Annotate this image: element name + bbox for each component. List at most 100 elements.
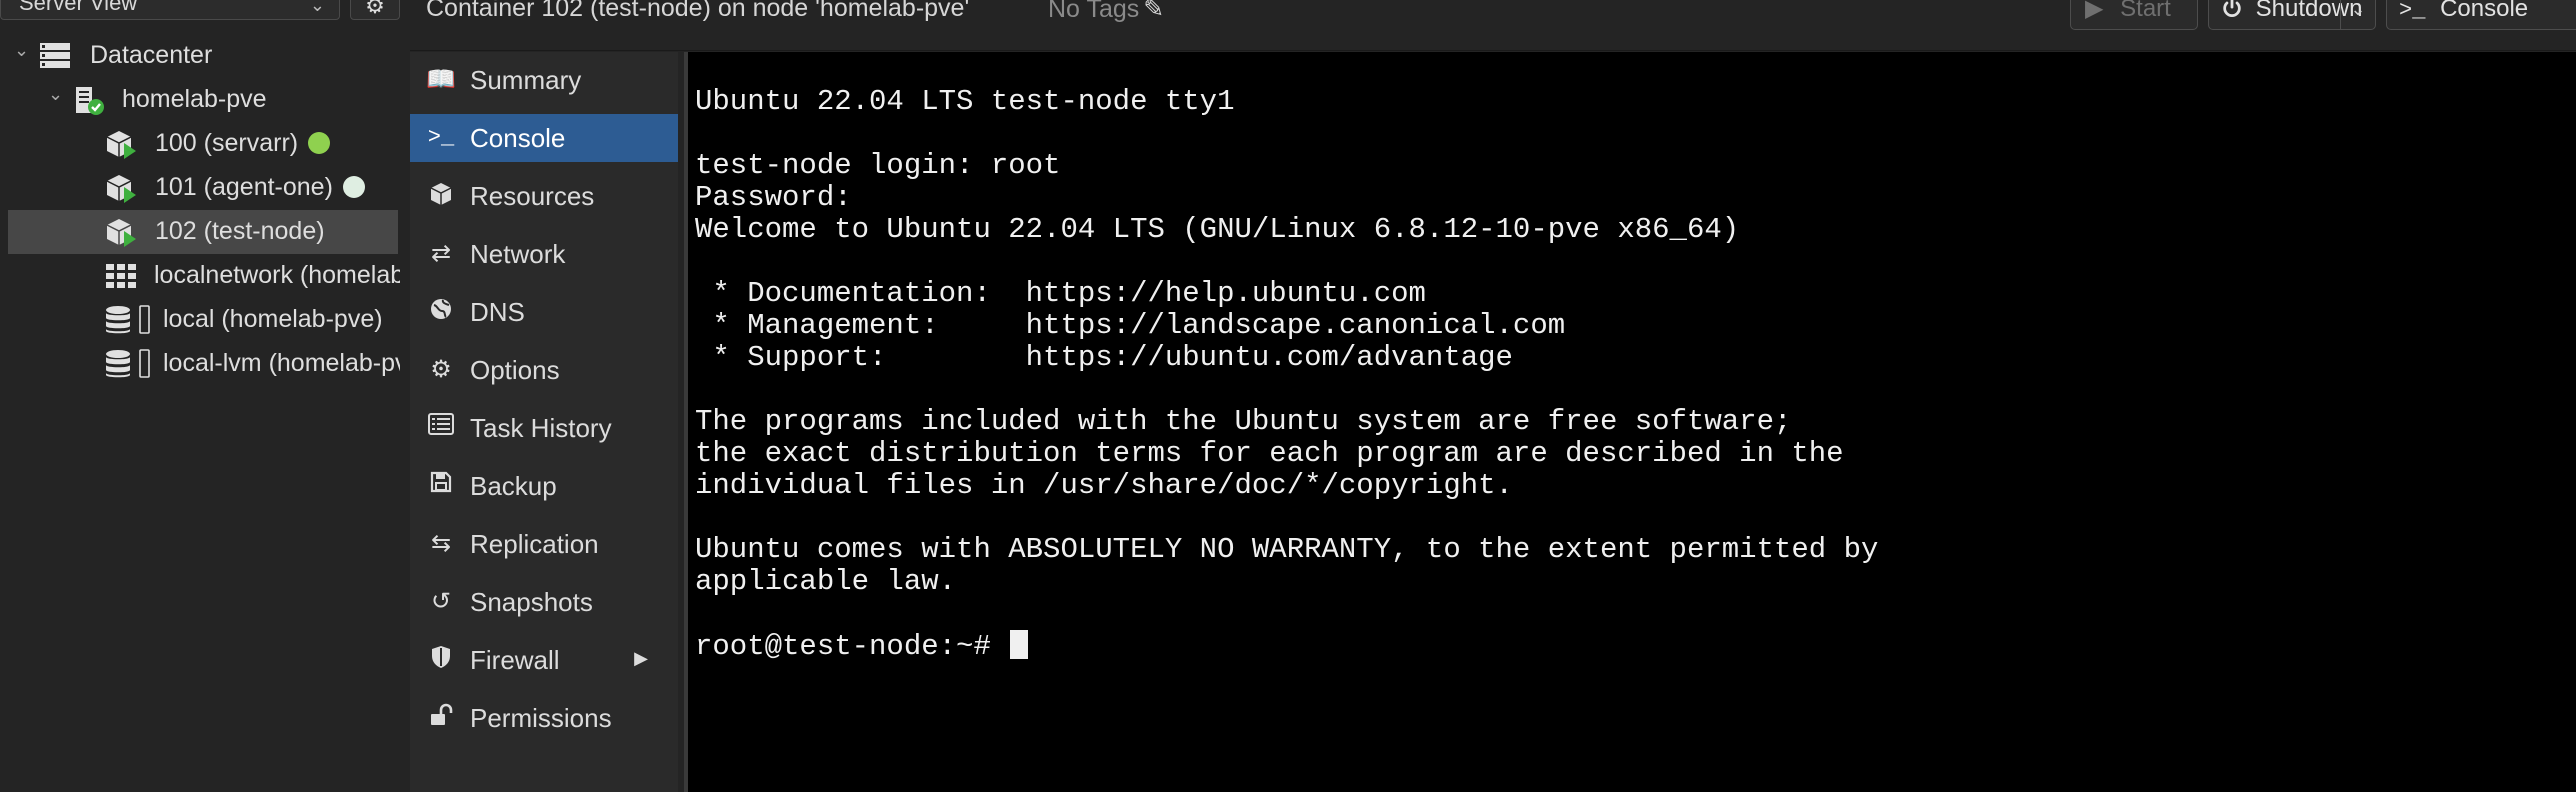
chevron-down-icon[interactable]: ⌄: [14, 40, 29, 61]
nav-item-snapshots[interactable]: ↺ Snapshots: [410, 578, 678, 626]
shutdown-menu-chevron-icon[interactable]: ⌄: [2340, 0, 2375, 29]
container-running-icon: [106, 175, 136, 203]
caret-right-icon[interactable]: ▶: [634, 648, 648, 669]
view-selector-label: Server View: [19, 0, 138, 15]
gear-icon: ⚙: [430, 356, 452, 383]
retweet-icon: ⇆: [430, 530, 452, 557]
nav-item-label: Permissions: [470, 703, 612, 733]
cube-icon: [426, 181, 456, 211]
pencil-icon[interactable]: ✎: [1143, 0, 1164, 23]
tree-settings-button[interactable]: ⚙: [350, 0, 400, 20]
gear-icon: ⚙: [365, 0, 385, 18]
nav-item-label: Snapshots: [470, 587, 593, 617]
tree-node-storage-local-lvm[interactable]: local-lvm (homelab-pve): [0, 342, 400, 386]
terminal-line: Welcome to Ubuntu 22.04 LTS (GNU/Linux 6…: [695, 213, 1740, 246]
nav-item-label: Firewall: [470, 645, 560, 675]
nav-item-replication[interactable]: ⇆ Replication: [410, 520, 678, 568]
tree-node-localnetwork[interactable]: localnetwork (homelab-pve): [0, 254, 400, 298]
unlock-icon: [426, 703, 456, 733]
globe-icon: [426, 297, 456, 327]
terminal-line: * Management: https://landscape.canonica…: [695, 309, 1566, 342]
tree-label: homelab-pve: [122, 85, 267, 113]
nav-item-label: Backup: [470, 471, 557, 501]
floppy-icon: [426, 471, 456, 501]
container-nav-menu: 📖 Summary >_ Console Resources ⇄ Network…: [410, 52, 678, 792]
node-server-icon: [76, 87, 104, 115]
resource-view-bar: Server View ⌄ ⚙: [0, 0, 400, 26]
terminal-line: Ubuntu 22.04 LTS test-node tty1: [695, 85, 1235, 118]
terminal-line: Ubuntu comes with ABSOLUTELY NO WARRANTY…: [695, 533, 1879, 566]
tags-label: No Tags: [1048, 0, 1140, 23]
tree-node-container-100[interactable]: 100 (servarr): [0, 122, 400, 166]
terminal-line: test-node login: root: [695, 149, 1061, 182]
tree-label: local-lvm (homelab-pve): [163, 349, 400, 377]
chevron-down-icon[interactable]: ⌄: [48, 84, 63, 105]
shield-icon: [426, 645, 456, 675]
tags-area[interactable]: No Tags ✎: [1048, 0, 1164, 24]
nav-item-options[interactable]: ⚙ Options: [410, 346, 678, 394]
container-running-icon: [106, 219, 136, 247]
nav-item-label: Options: [470, 355, 560, 385]
terminal-icon: >_: [427, 125, 455, 150]
console-terminal[interactable]: Ubuntu 22.04 LTS test-node tty1 test-node…: [684, 52, 2576, 792]
nav-item-console[interactable]: >_ Console: [410, 114, 678, 162]
nav-item-label: Replication: [470, 529, 599, 559]
tree-label: Datacenter: [90, 41, 213, 69]
nav-item-dns[interactable]: DNS: [410, 288, 678, 336]
console-label: Console: [2440, 0, 2529, 22]
power-icon: [2223, 0, 2241, 17]
nav-item-permissions[interactable]: Permissions: [410, 694, 678, 742]
tree-label: local (homelab-pve): [163, 305, 383, 333]
server-rack-icon: [40, 43, 70, 68]
list-icon: [426, 413, 456, 443]
nav-item-task-history[interactable]: Task History: [410, 404, 678, 452]
nav-item-network[interactable]: ⇄ Network: [410, 230, 678, 278]
status-dot-icon: [308, 132, 331, 154]
tree-label: 100 (servarr): [155, 129, 299, 157]
terminal-icon: >_: [2399, 0, 2426, 23]
nav-item-backup[interactable]: Backup: [410, 462, 678, 510]
nav-item-firewall[interactable]: Firewall ▶: [410, 636, 678, 684]
view-selector[interactable]: Server View ⌄: [0, 0, 340, 20]
tree-node-container-101[interactable]: 101 (agent-one): [0, 166, 400, 210]
status-dot-icon: [342, 176, 365, 198]
nav-item-label: Task History: [470, 413, 612, 443]
tree-node-homelab-pve[interactable]: ⌄ homelab-pve: [0, 78, 400, 122]
nav-item-label: Network: [470, 239, 566, 269]
nav-item-label: Console: [470, 123, 566, 153]
nav-item-summary[interactable]: 📖 Summary: [410, 56, 678, 104]
grid-network-icon: [106, 264, 136, 288]
tree-node-storage-local[interactable]: local (homelab-pve): [0, 298, 400, 342]
terminal-cursor: [1010, 630, 1029, 659]
tree-label: 102 (test-node): [155, 217, 325, 245]
terminal-line: individual files in /usr/share/doc/*/cop…: [695, 469, 1513, 502]
nav-item-resources[interactable]: Resources: [410, 172, 678, 220]
nav-item-label: DNS: [470, 297, 525, 327]
terminal-output[interactable]: Ubuntu 22.04 LTS test-node tty1 test-node…: [695, 85, 1879, 663]
book-icon: 📖: [426, 66, 456, 93]
play-icon: ▶: [2085, 0, 2104, 22]
tree-label: localnetwork (homelab-pve): [154, 261, 400, 289]
terminal-prompt-line: root@test-node:~#: [695, 630, 1878, 663]
nav-item-label: Summary: [470, 65, 582, 95]
start-button[interactable]: ▶ Start: [2070, 0, 2198, 30]
page-title: Container 102 (test-node) on node 'homel…: [426, 0, 970, 22]
terminal-line: The programs included with the Ubuntu sy…: [695, 405, 1792, 438]
console-button[interactable]: >_ Console: [2386, 0, 2576, 30]
tree-node-container-102[interactable]: 102 (test-node): [8, 210, 398, 254]
start-label: Start: [2120, 0, 2171, 22]
terminal-line: the exact distribution terms for each pr…: [695, 437, 1844, 470]
history-icon: ↺: [430, 588, 452, 615]
terminal-line: * Support: https://ubuntu.com/advantage: [695, 341, 1513, 374]
resource-tree: ⌄ Datacenter ⌄ homelab-pve 100 (servarr)…: [0, 26, 400, 792]
terminal-line: applicable law.: [695, 565, 957, 598]
chevron-down-icon: ⌄: [309, 0, 325, 15]
exchange-icon: ⇄: [430, 240, 452, 267]
content-header: Container 102 (test-node) on node 'homel…: [410, 0, 2576, 51]
tree-node-datacenter[interactable]: ⌄ Datacenter: [0, 34, 400, 78]
shutdown-button[interactable]: Shutdown ⌄: [2208, 0, 2376, 30]
